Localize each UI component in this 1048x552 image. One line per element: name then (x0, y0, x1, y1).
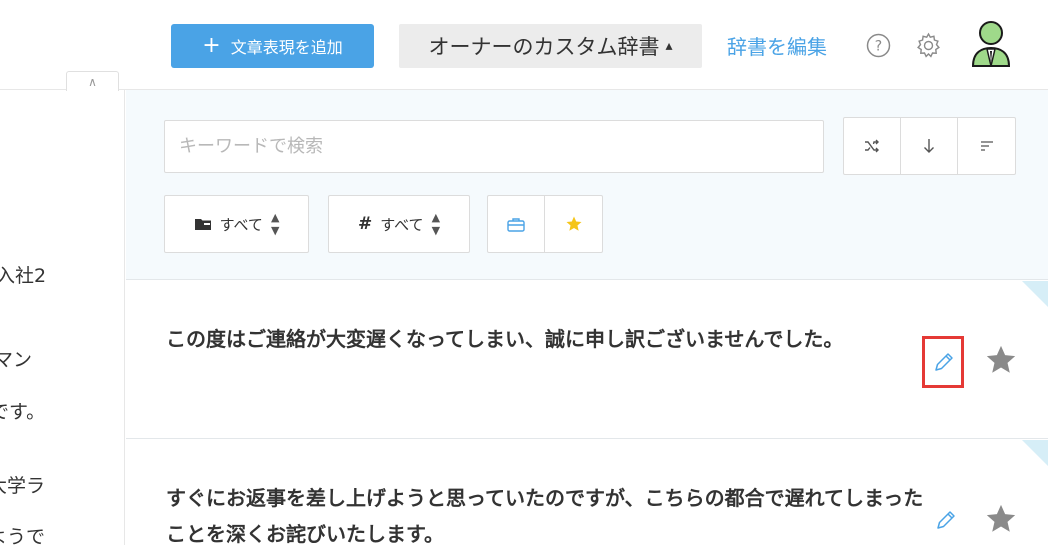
folder-icon (194, 219, 211, 230)
tag-filter-select[interactable]: # すべて ▲ ▼ (328, 195, 470, 253)
left-text-line: 入社2 (0, 265, 47, 287)
briefcase-icon (507, 217, 525, 232)
business-filter-button[interactable] (488, 196, 545, 252)
edit-dictionary-link[interactable]: 辞書を編集 (727, 31, 827, 60)
sort-caret-icon: ▴︎ (665, 38, 673, 54)
select-caret-icon: ▲ ▼ (431, 211, 441, 237)
add-expression-label: 文章表現を追加 (230, 38, 343, 57)
corner-marker (1022, 281, 1048, 307)
pencil-icon[interactable] (935, 509, 957, 531)
star-icon[interactable] (984, 502, 1018, 536)
sort-lines-icon (980, 141, 993, 151)
left-document-panel: 入社2 マン です。 大学ラ ようで (0, 90, 125, 545)
favorite-filter-button[interactable] (545, 196, 602, 252)
left-text-line: です。 (0, 401, 46, 423)
left-text-line: マン (0, 349, 33, 371)
list-item-text: この度はご連絡が大変遅くなってしまい、誠に申し訳ございませんでした。 (166, 327, 844, 351)
list-item-text: すぐにお返事を差し上げようと思っていたのですが、こちらの都合で遅れてしまったこと… (166, 486, 924, 546)
tag-filter-label: すべて (380, 215, 424, 234)
dictionary-select-value: オーナーのカスタム辞書 (428, 35, 660, 59)
corner-marker (1022, 440, 1048, 466)
type-filter-group (487, 195, 603, 253)
list-item[interactable]: この度はご連絡が大変遅くなってしまい、誠に申し訳ございませんでした。 (126, 281, 1048, 439)
add-expression-button[interactable]: + 文章表現を追加 (171, 24, 374, 68)
shuffle-icon (865, 139, 879, 153)
avatar-icon[interactable] (970, 20, 1012, 68)
star-icon[interactable] (984, 343, 1018, 377)
arrow-down-icon (924, 139, 934, 153)
folder-filter-label: すべて (219, 215, 263, 234)
plus-icon: + (202, 33, 221, 58)
star-icon (566, 216, 581, 231)
left-text-line: 大学ラ (0, 475, 46, 497)
hash-icon: # (357, 214, 373, 234)
dictionary-select[interactable]: オーナーのカスタム辞書 ▴︎ (399, 24, 702, 68)
top-toolbar: + 文章表現を追加 オーナーのカスタム辞書 ▴︎ 辞書を編集 ? (0, 0, 1048, 90)
left-text-line: ようで (0, 526, 46, 545)
select-caret-icon: ▲ ▼ (270, 211, 280, 237)
gear-icon[interactable] (915, 32, 942, 59)
list-item[interactable]: すぐにお返事を差し上げようと思っていたのですが、こちらの都合で遅れてしまったこと… (126, 440, 1048, 546)
collapse-toggle[interactable]: ∧ (66, 71, 119, 91)
chevron-up-icon: ∧ (88, 74, 97, 89)
shuffle-button[interactable] (844, 118, 901, 174)
svg-text:?: ? (875, 39, 882, 55)
sort-direction-button[interactable] (901, 118, 958, 174)
highlight-box (922, 336, 964, 388)
filter-panel: すべて ▲▼ # すべて ▲▼ (126, 90, 1048, 280)
sort-options-button[interactable] (958, 118, 1015, 174)
search-input[interactable] (164, 120, 824, 173)
help-icon[interactable]: ? (866, 33, 891, 58)
sort-button-group (843, 117, 1016, 175)
folder-filter-select[interactable]: すべて ▲ ▼ (164, 195, 309, 253)
